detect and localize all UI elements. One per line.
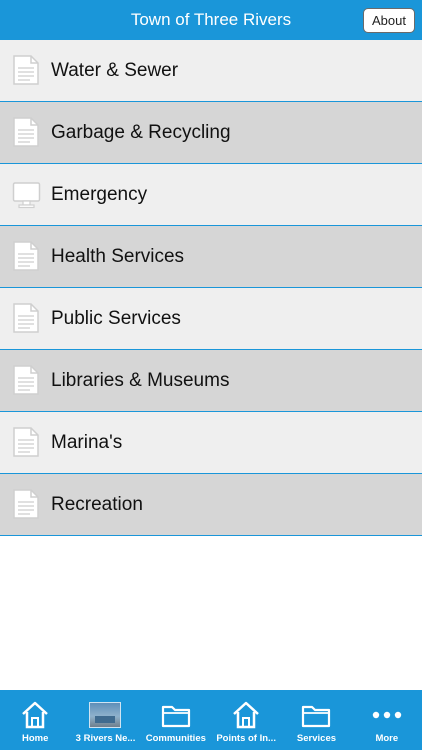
- document-icon: [13, 303, 39, 333]
- menu-item-label: Libraries & Museums: [51, 369, 230, 391]
- menu-item-label: Marina's: [51, 431, 123, 453]
- tab-bar: Home 3 Rivers Ne... Communities Points o…: [0, 690, 422, 750]
- tab-more[interactable]: More: [352, 690, 422, 750]
- document-icon: [13, 365, 39, 395]
- menu-list: Water & Sewer Garbage & Recycling Emerge…: [0, 40, 422, 536]
- tab-3-rivers-news[interactable]: 3 Rivers Ne...: [70, 690, 140, 750]
- document-icon: [13, 427, 39, 457]
- document-icon: [13, 55, 39, 85]
- more-icon: [372, 711, 401, 719]
- document-icon: [13, 241, 39, 271]
- menu-item-public-services[interactable]: Public Services: [0, 288, 422, 350]
- house-icon: [22, 701, 49, 729]
- menu-item-label: Health Services: [51, 245, 185, 267]
- tab-label: Points of In...: [216, 733, 276, 744]
- menu-item-libraries-museums[interactable]: Libraries & Museums: [0, 350, 422, 412]
- tab-label: More: [375, 733, 399, 744]
- menu-item-water-sewer[interactable]: Water & Sewer: [0, 40, 422, 102]
- tab-services[interactable]: Services: [281, 690, 351, 750]
- menu-item-label: Water & Sewer: [51, 59, 179, 81]
- menu-item-garbage-recycling[interactable]: Garbage & Recycling: [0, 102, 422, 164]
- page-title: Town of Three Rivers: [130, 10, 292, 29]
- monitor-icon: [12, 182, 41, 209]
- folder-icon: [302, 705, 331, 728]
- nav-bar: Town of Three Rivers About: [0, 0, 422, 40]
- menu-item-label: Emergency: [51, 183, 148, 205]
- menu-item-label: Recreation: [51, 493, 143, 515]
- menu-item-emergency[interactable]: Emergency: [0, 164, 422, 226]
- menu-item-recreation[interactable]: Recreation: [0, 474, 422, 536]
- menu-item-marinas[interactable]: Marina's: [0, 412, 422, 474]
- house-icon: [233, 701, 259, 729]
- about-button[interactable]: About: [363, 8, 415, 33]
- menu-item-health-services[interactable]: Health Services: [0, 226, 422, 288]
- tab-points-of-interest[interactable]: Points of In...: [211, 690, 281, 750]
- document-icon: [13, 489, 39, 519]
- tab-home[interactable]: Home: [0, 690, 70, 750]
- menu-item-label: Public Services: [51, 307, 181, 329]
- thumbnail-image: [89, 702, 122, 728]
- tab-label: 3 Rivers Ne...: [75, 733, 136, 744]
- folder-icon: [161, 705, 190, 728]
- tab-label: Communities: [145, 733, 206, 744]
- tab-label: Services: [296, 733, 337, 744]
- tab-communities[interactable]: Communities: [141, 690, 211, 750]
- document-icon: [13, 117, 39, 147]
- tab-label: Home: [21, 733, 49, 744]
- menu-item-label: Garbage & Recycling: [51, 121, 231, 143]
